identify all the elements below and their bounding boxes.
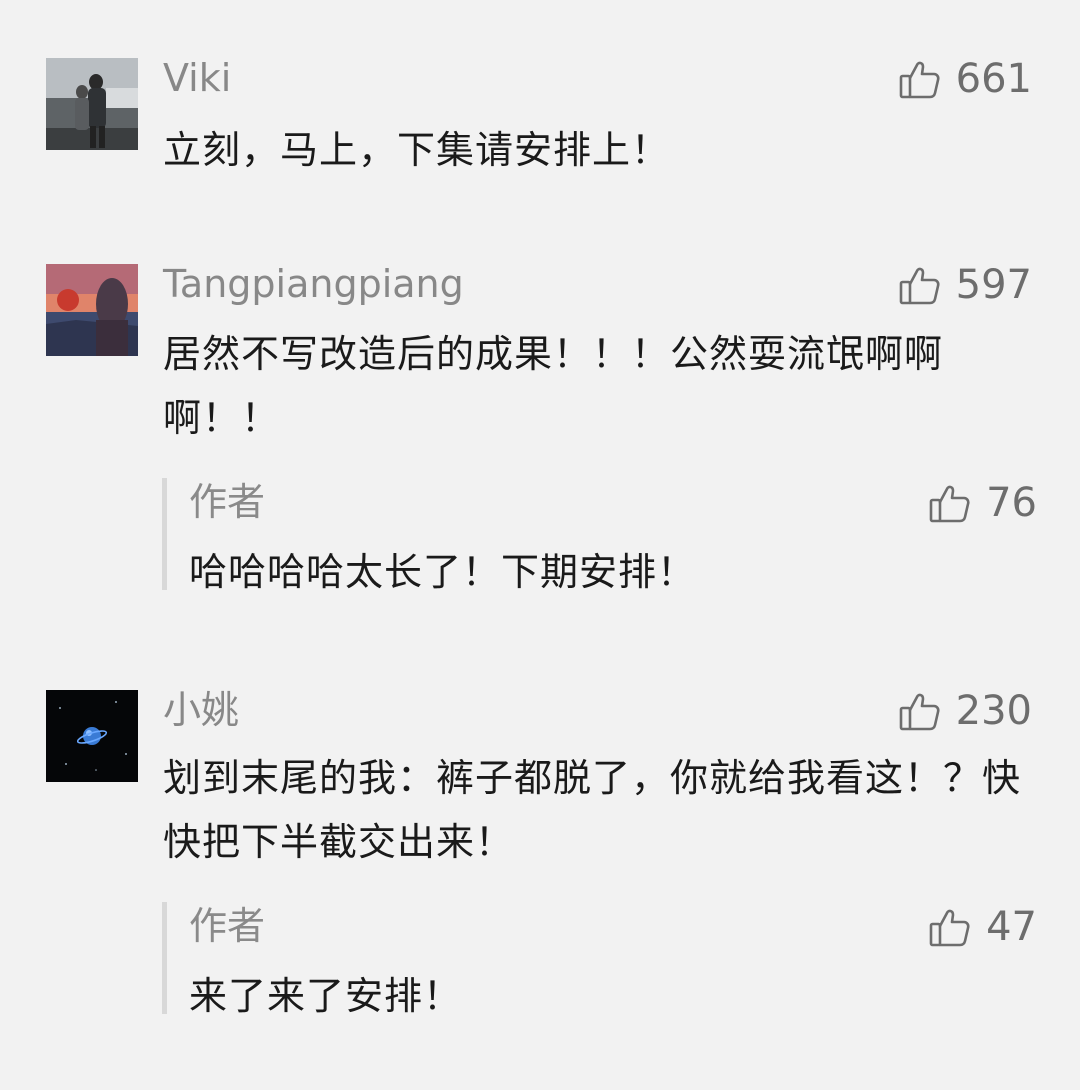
thumbs-up-icon <box>928 481 972 525</box>
avatar[interactable] <box>46 690 138 782</box>
sunset-photo-avatar <box>46 264 138 356</box>
person-photo-avatar <box>46 58 138 150</box>
like-button[interactable]: 597 <box>898 260 1032 310</box>
comment-text: 立刻，马上，下集请安排上！ <box>163 128 671 172</box>
like-count: 230 <box>955 688 1032 734</box>
reply-text: 来了来了安排！ <box>189 974 463 1018</box>
author-reply: 作者 47 来了来了安排！ <box>162 902 1037 1018</box>
like-button[interactable]: 230 <box>898 686 1032 736</box>
reply-nickname: 作者 <box>189 480 266 524</box>
comment-nickname[interactable]: Viki <box>163 56 231 100</box>
like-count: 597 <box>955 262 1032 308</box>
comment-nickname[interactable]: 小姚 <box>163 688 239 732</box>
comment-list: Viki 661 立刻，马上，下集请安排上！ Tangpiangpiang 59… <box>0 0 1080 1090</box>
like-button[interactable]: 47 <box>928 902 1037 952</box>
thumbs-up-icon <box>898 689 942 733</box>
reply-text: 哈哈哈哈太长了！下期安排！ <box>189 550 697 594</box>
like-button[interactable]: 76 <box>928 478 1037 528</box>
like-count: 47 <box>986 904 1037 950</box>
like-button[interactable]: 661 <box>898 54 1032 104</box>
thumbs-up-icon <box>898 57 942 101</box>
author-reply: 作者 76 哈哈哈哈太长了！下期安排！ <box>162 478 1037 594</box>
planet-avatar <box>46 690 138 782</box>
thumbs-up-icon <box>928 905 972 949</box>
thumbs-up-icon <box>898 263 942 307</box>
comment-nickname[interactable]: Tangpiangpiang <box>163 262 464 306</box>
like-count: 661 <box>955 56 1032 102</box>
comment-text: 居然不写改造后的成果！！！公然耍流氓啊啊啊！！ <box>163 332 944 440</box>
avatar[interactable] <box>46 264 138 356</box>
like-count: 76 <box>986 480 1037 526</box>
comment-text: 划到末尾的我：裤子都脱了，你就给我看这！？快快把下半截交出来！ <box>163 756 1022 864</box>
avatar[interactable] <box>46 58 138 150</box>
reply-nickname: 作者 <box>189 904 266 948</box>
